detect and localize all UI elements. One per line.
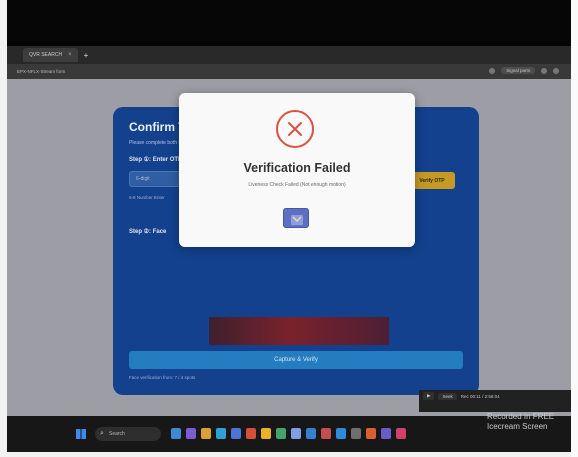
watermark-line2: Icecream Screen (487, 422, 548, 431)
app-photos-icon[interactable] (276, 428, 286, 439)
browser-tab[interactable]: QVR SEARCH × (23, 48, 78, 62)
black-top-bar (7, 0, 571, 46)
tab-close-icon[interactable]: × (68, 52, 72, 58)
app-teams-icon[interactable] (381, 428, 391, 439)
card-footer-text: Face verification from: 7 / 4 spots (129, 375, 196, 380)
page-margin (571, 0, 578, 457)
modal-message: Liveness Check Failed (Not enough motion… (248, 182, 346, 188)
otp-help-text: 6-8 Number Enter (129, 195, 165, 200)
seek-button[interactable]: Seek (438, 392, 457, 400)
app-edge-icon[interactable] (216, 428, 226, 439)
ok-button-icon (291, 213, 303, 225)
recording-status: Rec 00:11 / 2:56:04 (460, 393, 500, 399)
watermark-line1: Recorded In FREE (487, 412, 555, 421)
error-x-icon (276, 110, 314, 148)
address-bar[interactable]: EPX-NFLX-Stream form Signal parts (7, 64, 571, 79)
camera-preview (209, 317, 389, 345)
step1-label: Step ①: Enter OTP (129, 157, 183, 163)
verify-otp-button[interactable]: Verify OTP (409, 172, 455, 189)
app-settings-icon[interactable] (291, 428, 301, 439)
app-vscode-icon[interactable] (336, 428, 346, 439)
recorder-watermark: Recorded In FREE Icecream Screen (487, 412, 554, 432)
tab-label: QVR SEARCH (29, 52, 63, 58)
app-recorder-icon[interactable] (396, 428, 406, 439)
modal-title: Verification Failed (243, 161, 351, 175)
verification-failed-modal: Verification Failed Liveness Check Faile… (179, 93, 415, 247)
app-explorer-icon[interactable] (201, 428, 211, 439)
new-tab-icon[interactable]: + (84, 51, 89, 60)
start-icon[interactable] (76, 429, 86, 439)
capture-verify-button[interactable]: Capture & Verify (129, 351, 463, 369)
app-store-icon[interactable] (231, 428, 241, 439)
play-button[interactable]: ▶ (423, 392, 435, 400)
app-camera-icon[interactable] (321, 428, 331, 439)
recording-toolbar: ▶ Seek Rec 00:11 / 2:56:04 (419, 390, 571, 412)
app-office-icon[interactable] (366, 428, 376, 439)
app-terminal-icon[interactable] (351, 428, 361, 439)
browser-toolbar-right: Signal parts (489, 67, 559, 74)
modal-ok-button[interactable] (283, 208, 309, 228)
taskbar-apps (171, 428, 406, 439)
app-folder-icon[interactable] (261, 428, 271, 439)
app-chat-icon[interactable] (186, 428, 196, 439)
photo-frame: QVR SEARCH × + EPX-NFLX-Stream form Sign… (7, 0, 571, 452)
step2-label: Step ②: Face (129, 229, 167, 235)
taskbar-search[interactable]: Search (95, 427, 161, 441)
star-icon[interactable] (541, 67, 547, 74)
app-widgets-icon[interactable] (171, 428, 181, 439)
extensions-icon[interactable] (489, 67, 496, 74)
app-chrome-icon[interactable] (246, 428, 256, 439)
app-mail-icon[interactable] (306, 428, 316, 439)
profile-pill[interactable]: Signal parts (501, 67, 535, 74)
url-text: EPX-NFLX-Stream form (17, 69, 66, 74)
browser-tab-strip: QVR SEARCH × + (7, 46, 571, 64)
menu-icon[interactable] (553, 67, 559, 74)
